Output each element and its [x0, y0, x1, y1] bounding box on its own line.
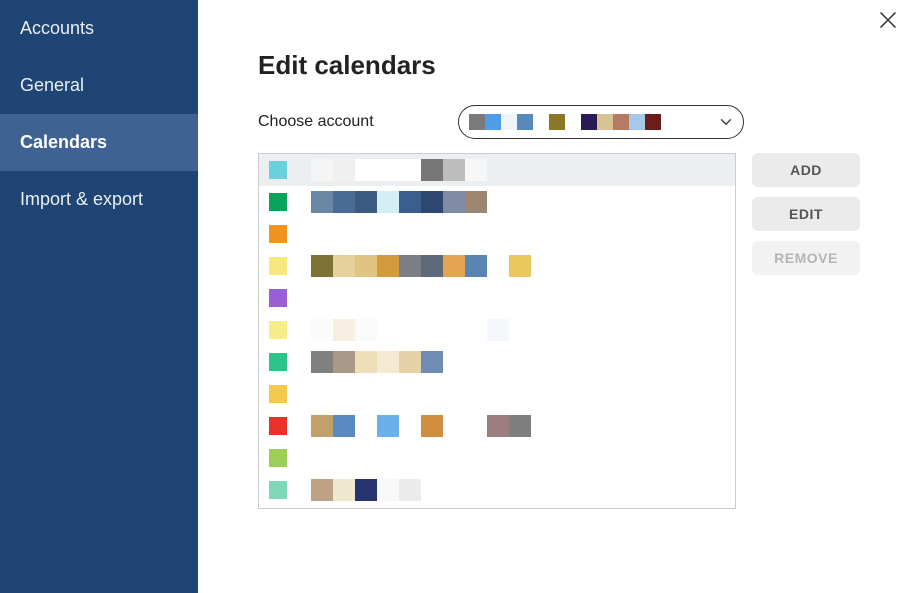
calendar-color-swatch [269, 417, 287, 435]
choose-account-label: Choose account [258, 113, 428, 131]
calendar-color-swatch [269, 257, 287, 275]
calendar-name [311, 351, 443, 373]
action-buttons: ADD EDIT REMOVE [752, 153, 860, 275]
choose-account-row: Choose account [258, 105, 872, 139]
account-swatch [517, 114, 533, 130]
page-title: Edit calendars [258, 50, 872, 81]
calendar-row[interactable] [259, 314, 735, 346]
calendar-row[interactable] [259, 346, 735, 378]
calendar-color-swatch [269, 161, 287, 179]
calendar-name [311, 255, 531, 277]
main-content: Edit calendars Choose account ADD EDIT R… [198, 0, 912, 593]
calendar-name [311, 415, 531, 437]
account-select-value [469, 114, 661, 130]
calendar-name [311, 319, 509, 341]
calendar-name [311, 191, 487, 213]
account-swatch [597, 114, 613, 130]
calendar-name [311, 479, 421, 501]
sidebar: Accounts General Calendars Import & expo… [0, 0, 198, 593]
calendar-row[interactable] [259, 506, 735, 508]
calendar-row[interactable] [259, 410, 735, 442]
sidebar-item-import-export[interactable]: Import & export [0, 171, 198, 228]
calendar-name [311, 159, 487, 181]
calendar-row[interactable] [259, 186, 735, 218]
account-swatch [565, 114, 581, 130]
chevron-down-icon [715, 111, 737, 133]
account-swatch [501, 114, 517, 130]
edit-button[interactable]: EDIT [752, 197, 860, 231]
account-swatch [581, 114, 597, 130]
calendar-row[interactable] [259, 474, 735, 506]
calendar-row[interactable] [259, 154, 735, 186]
calendar-color-swatch [269, 225, 287, 243]
account-select[interactable] [458, 105, 744, 139]
remove-button: REMOVE [752, 241, 860, 275]
calendar-row[interactable] [259, 218, 735, 250]
account-swatch [645, 114, 661, 130]
sidebar-item-calendars[interactable]: Calendars [0, 114, 198, 171]
sidebar-item-accounts[interactable]: Accounts [0, 0, 198, 57]
account-swatch [485, 114, 501, 130]
account-swatch [469, 114, 485, 130]
sidebar-item-general[interactable]: General [0, 57, 198, 114]
account-swatch [613, 114, 629, 130]
account-swatch [629, 114, 645, 130]
calendar-color-swatch [269, 481, 287, 499]
calendar-row[interactable] [259, 378, 735, 410]
calendar-color-swatch [269, 193, 287, 211]
calendar-color-swatch [269, 385, 287, 403]
calendar-color-swatch [269, 321, 287, 339]
calendar-color-swatch [269, 449, 287, 467]
calendar-color-swatch [269, 353, 287, 371]
add-button[interactable]: ADD [752, 153, 860, 187]
calendars-list-scroll[interactable] [259, 154, 735, 508]
calendars-content-row: ADD EDIT REMOVE [258, 153, 872, 509]
calendar-color-swatch [269, 289, 287, 307]
calendar-row[interactable] [259, 282, 735, 314]
account-swatch [533, 114, 549, 130]
calendar-row[interactable] [259, 250, 735, 282]
account-swatch [549, 114, 565, 130]
calendars-list-panel [258, 153, 736, 509]
calendar-row[interactable] [259, 442, 735, 474]
